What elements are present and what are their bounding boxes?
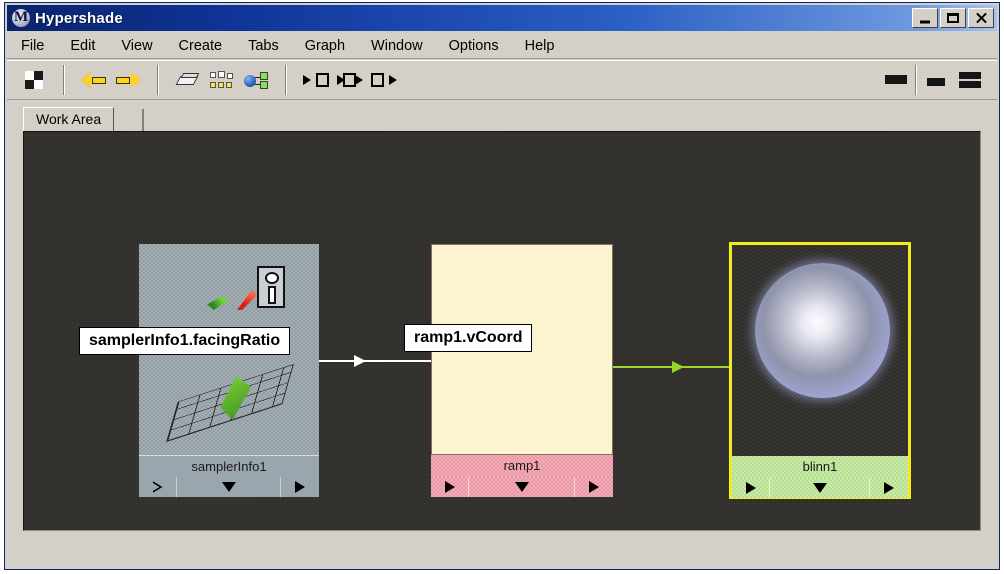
toolbar-separator [157,65,159,95]
window-controls [912,8,994,28]
node-menu-arrow-samplerInfo1[interactable] [177,477,281,497]
checkerboard-icon [25,71,43,89]
node-menu-arrow-ramp1[interactable] [469,477,575,497]
hypershade-window: M Hypershade File Edit View Create Tabs … [4,2,1000,570]
axis-green-icon [207,296,229,310]
output-connections-button[interactable] [367,65,401,95]
clear-graph-button[interactable] [171,65,205,95]
grid-plane-icon [166,364,294,442]
forward-button[interactable] [111,65,145,95]
toolbar-separator [915,65,917,95]
node-buttonbar-samplerInfo1 [139,477,319,497]
menu-item-graph[interactable]: Graph [303,37,347,55]
back-button[interactable] [77,65,111,95]
toolbar [7,60,997,100]
node-label-blinn1: blinn1 [732,456,908,478]
menu-item-edit[interactable]: Edit [68,37,97,55]
toolbar-separator [63,65,65,95]
output-connections-icon [371,72,397,89]
rearrange-graph-button[interactable] [205,65,239,95]
maya-m-icon: M [12,9,30,27]
expand-output-arrow-blinn1[interactable] [870,478,908,498]
expand-input-arrow-ramp1[interactable] [431,477,469,497]
node-buttonbar-blinn1 [732,478,908,498]
node-label-samplerInfo1: samplerInfo1 [139,455,319,477]
node-samplerInfo1[interactable]: samplerInfo1 [139,244,319,497]
tooltip-destination: ramp1.vCoord [404,324,533,352]
arrow-left-icon [81,71,107,89]
toolbar-group-connections [289,61,411,99]
menu-item-window[interactable]: Window [369,37,425,55]
expand-output-arrow-samplerInfo1[interactable] [281,477,319,497]
menu-item-tabs[interactable]: Tabs [246,37,281,55]
show-swatches-button[interactable] [17,65,51,95]
input-connections-button[interactable] [299,65,333,95]
menu-item-view[interactable]: View [119,37,154,55]
two-panel-icon [925,71,947,89]
toolbar-group-layout [869,61,997,99]
node-buttonbar-ramp1 [431,477,613,497]
material-preview-sphere [755,263,890,398]
expand-input-arrow-samplerInfo1[interactable] [139,477,177,497]
input-output-connections-button[interactable] [333,65,367,95]
toolbar-group-navigation [67,61,155,99]
arrow-right-icon [115,71,141,89]
node-blinn1[interactable]: blinn1 [729,242,911,499]
expand-output-arrow-ramp1[interactable] [575,477,613,497]
rearrange-graph-icon [210,70,234,90]
window-bottom-edge [7,537,997,567]
split-panel-button[interactable] [953,65,987,95]
work-area-canvas[interactable]: samplerInfo1 ramp1 blinn1 samplerInfo1.f… [23,131,981,531]
title-bar: M Hypershade [7,5,997,31]
menu-item-options[interactable]: Options [447,37,501,55]
split-panel-icon [959,71,981,89]
node-swatch-blinn1[interactable] [732,245,908,456]
toolbar-group-graph [161,61,283,99]
node-ramp1[interactable]: ramp1 [431,244,613,497]
network-icon [244,71,268,90]
toolbar-group-swatches [7,61,61,99]
menu-bar: File Edit View Create Tabs Graph Window … [7,33,997,59]
node-menu-arrow-blinn1[interactable] [770,478,870,498]
input-output-connections-icon [337,72,363,89]
two-panel-button[interactable] [919,65,953,95]
camera-icon [257,266,285,308]
tab-divider [142,109,144,131]
tab-work-area[interactable]: Work Area [23,107,115,131]
input-connections-icon [303,72,329,89]
tab-strip: Work Area [7,101,997,131]
axis-red-icon [237,290,257,310]
maximize-button[interactable] [940,8,966,28]
single-panel-button[interactable] [879,65,913,95]
menu-item-create[interactable]: Create [177,37,225,55]
window-title: Hypershade [35,9,123,27]
eraser-icon [175,72,200,88]
close-button[interactable] [968,8,994,28]
node-label-ramp1: ramp1 [431,455,613,477]
menu-item-file[interactable]: File [19,37,46,55]
menu-item-help[interactable]: Help [523,37,557,55]
show-network-button[interactable] [239,65,273,95]
expand-input-arrow-blinn1[interactable] [732,478,770,498]
toolbar-separator [285,65,287,95]
minimize-button[interactable] [912,8,938,28]
tooltip-source: samplerInfo1.facingRatio [79,327,291,355]
single-panel-icon [885,71,907,89]
